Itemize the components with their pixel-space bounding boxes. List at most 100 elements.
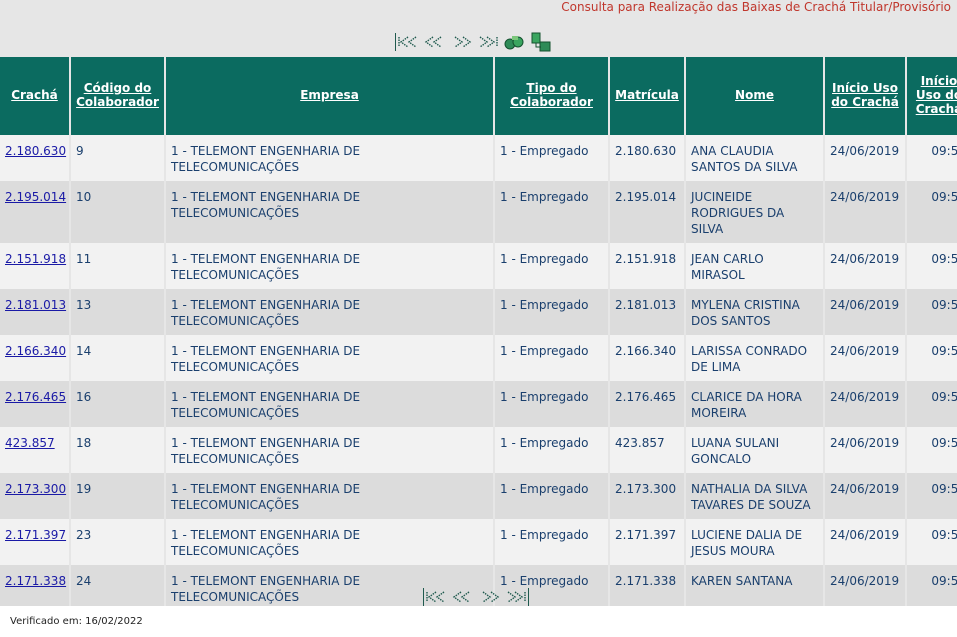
column-header-inicio-uso-hora[interactable]: Início Uso do Crachá — [907, 57, 957, 135]
table-row: 2.173.300 19 1 - TELEMONT ENGENHARIA DE TE… — [0, 473, 957, 519]
column-header-tipo[interactable]: Tipo do Colaborador — [495, 57, 608, 135]
cell-inicio-uso-data: 24/06/2019 — [825, 427, 905, 473]
cell-matricula: 2.166.340 — [610, 335, 684, 381]
column-header-inicio-uso[interactable]: Início Uso do Crachá — [825, 57, 905, 135]
cell-matricula: 423.857 — [610, 427, 684, 473]
cell-matricula: 2.171.338 — [610, 565, 684, 611]
cell-inicio-uso-hora: 09:56 — [907, 427, 957, 473]
column-header-nome[interactable]: Nome — [686, 57, 823, 135]
cell-inicio-uso-hora: 09:56 — [907, 181, 957, 243]
pager-bottom — [423, 588, 529, 606]
cell-inicio-uso-data: 24/06/2019 — [825, 473, 905, 519]
cell-empresa: 1 - TELEMONT ENGENHARIA DE TELECOMUNICAÇ… — [166, 289, 493, 335]
next-page-icon[interactable] — [476, 589, 502, 605]
table-row: 423.857 18 1 - TELEMONT ENGENHARIA DE TELE… — [0, 427, 957, 473]
cell-inicio-uso-hora: 09:56 — [907, 473, 957, 519]
cell-inicio-uso-data: 24/06/2019 — [825, 135, 905, 181]
cell-empresa: 1 - TELEMONT ENGENHARIA DE TELECOMUNICAÇ… — [166, 135, 493, 181]
cell-inicio-uso-data: 24/06/2019 — [825, 565, 905, 611]
cell-cracha[interactable]: 423.857 — [0, 427, 69, 473]
cell-nome: CLARICE DA HORA MOREIRA — [686, 381, 823, 427]
cell-inicio-uso-hora: 09:56 — [907, 135, 957, 181]
cell-matricula: 2.181.013 — [610, 289, 684, 335]
table-header-row: Crachá Código do Colaborador Empresa Tip… — [0, 57, 957, 135]
first-page-icon[interactable] — [396, 34, 422, 50]
cell-inicio-uso-data: 24/06/2019 — [825, 289, 905, 335]
column-header-cracha[interactable]: Crachá — [0, 57, 69, 135]
cracha-link[interactable]: 2.171.397 — [5, 528, 66, 542]
cell-nome: ANA CLAUDIA SANTOS DA SILVA — [686, 135, 823, 181]
cell-inicio-uso-hora: 09:56 — [907, 243, 957, 289]
cell-tipo: 1 - Empregado — [495, 181, 608, 243]
cell-matricula: 2.171.397 — [610, 519, 684, 565]
cell-tipo: 1 - Empregado — [495, 381, 608, 427]
cell-codigo: 9 — [71, 135, 164, 181]
cracha-link[interactable]: 2.166.340 — [5, 344, 66, 358]
cracha-link[interactable]: 423.857 — [5, 436, 55, 450]
results-table: Crachá Código do Colaborador Empresa Tip… — [0, 57, 957, 611]
cell-cracha[interactable]: 2.171.397 — [0, 519, 69, 565]
cell-inicio-uso-data: 24/06/2019 — [825, 519, 905, 565]
cell-cracha[interactable]: 2.180.630 — [0, 135, 69, 181]
previous-page-icon[interactable] — [450, 589, 476, 605]
cell-nome: MYLENA CRISTINA DOS SANTOS — [686, 289, 823, 335]
last-page-icon[interactable] — [502, 589, 528, 605]
cell-nome: LUANA SULANI GONCALO — [686, 427, 823, 473]
cell-inicio-uso-data: 24/06/2019 — [825, 181, 905, 243]
search-binoculars-icon[interactable] — [504, 31, 526, 53]
cell-codigo: 18 — [71, 427, 164, 473]
table-row: 2.151.918 11 1 - TELEMONT ENGENHARIA DE TE… — [0, 243, 957, 289]
cell-nome: LARISSA CONRADO DE LIMA — [686, 335, 823, 381]
cell-matricula: 2.180.630 — [610, 135, 684, 181]
cell-nome: KAREN SANTANA — [686, 565, 823, 611]
cracha-link[interactable]: 2.181.013 — [5, 298, 66, 312]
cell-cracha[interactable]: 2.176.465 — [0, 381, 69, 427]
column-header-matricula[interactable]: Matrícula — [610, 57, 684, 135]
cell-nome: JEAN CARLO MIRASOL — [686, 243, 823, 289]
cell-tipo: 1 - Empregado — [495, 289, 608, 335]
cell-cracha[interactable]: 2.195.014 — [0, 181, 69, 243]
cracha-link[interactable]: 2.195.014 — [5, 190, 66, 204]
cell-cracha[interactable]: 2.171.338 — [0, 565, 69, 611]
cracha-link[interactable]: 2.176.465 — [5, 390, 66, 404]
pager-separator — [528, 588, 529, 606]
cell-cracha[interactable]: 2.151.918 — [0, 243, 69, 289]
next-page-icon[interactable] — [448, 34, 474, 50]
column-header-empresa[interactable]: Empresa — [166, 57, 493, 135]
cell-tipo: 1 - Empregado — [495, 473, 608, 519]
table-row: 2.195.014 10 1 - TELEMONT ENGENHARIA DE TE… — [0, 181, 957, 243]
cracha-link[interactable]: 2.151.918 — [5, 252, 66, 266]
cell-matricula: 2.176.465 — [610, 381, 684, 427]
cell-tipo: 1 - Empregado — [495, 243, 608, 289]
previous-page-icon[interactable] — [422, 34, 448, 50]
column-header-codigo[interactable]: Código do Colaborador — [71, 57, 164, 135]
export-icon[interactable] — [530, 31, 552, 53]
cell-matricula: 2.151.918 — [610, 243, 684, 289]
last-page-icon[interactable] — [474, 34, 500, 50]
cell-codigo: 24 — [71, 565, 164, 611]
cell-empresa: 1 - TELEMONT ENGENHARIA DE TELECOMUNICAÇ… — [166, 243, 493, 289]
table-row: 2.180.630 9 1 - TELEMONT ENGENHARIA DE TEL… — [0, 135, 957, 181]
page-title: Consulta para Realização das Baixas de C… — [561, 0, 951, 14]
verified-date: Verificado em: 16/02/2022 — [10, 616, 143, 627]
cracha-link[interactable]: 2.173.300 — [5, 482, 66, 496]
cell-inicio-uso-data: 24/06/2019 — [825, 381, 905, 427]
cell-empresa: 1 - TELEMONT ENGENHARIA DE TELECOMUNICAÇ… — [166, 335, 493, 381]
first-page-icon[interactable] — [424, 589, 450, 605]
cracha-link[interactable]: 2.180.630 — [5, 144, 66, 158]
cell-matricula: 2.173.300 — [610, 473, 684, 519]
cell-nome: NATHALIA DA SILVA TAVARES DE SOUZA — [686, 473, 823, 519]
cell-cracha[interactable]: 2.173.300 — [0, 473, 69, 519]
cell-tipo: 1 - Empregado — [495, 427, 608, 473]
cell-codigo: 10 — [71, 181, 164, 243]
cell-cracha[interactable]: 2.181.013 — [0, 289, 69, 335]
cracha-link[interactable]: 2.171.338 — [5, 574, 66, 588]
cell-inicio-uso-hora: 09:56 — [907, 381, 957, 427]
cell-tipo: 1 - Empregado — [495, 519, 608, 565]
cell-codigo: 13 — [71, 289, 164, 335]
cell-codigo: 14 — [71, 335, 164, 381]
table-row: 2.166.340 14 1 - TELEMONT ENGENHARIA DE TE… — [0, 335, 957, 381]
cell-inicio-uso-data: 24/06/2019 — [825, 243, 905, 289]
table-row: 2.181.013 13 1 - TELEMONT ENGENHARIA DE TE… — [0, 289, 957, 335]
cell-cracha[interactable]: 2.166.340 — [0, 335, 69, 381]
